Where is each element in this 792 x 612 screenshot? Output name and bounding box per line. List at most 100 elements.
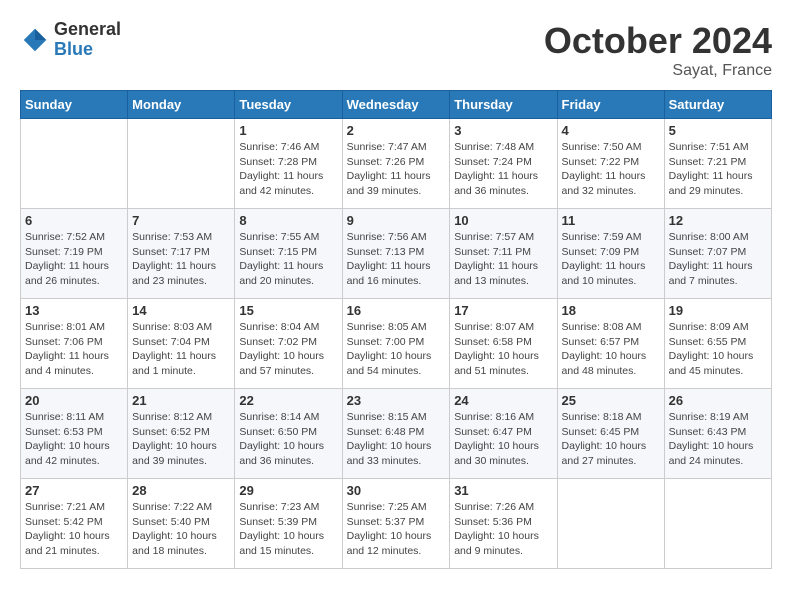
day-detail: Sunrise: 7:21 AMSunset: 5:42 PMDaylight:…: [25, 500, 123, 559]
calendar-cell: 15 Sunrise: 8:04 AMSunset: 7:02 PMDayligh…: [235, 299, 342, 389]
day-number: 31: [454, 483, 552, 498]
calendar-cell: 25 Sunrise: 8:18 AMSunset: 6:45 PMDayligh…: [557, 389, 664, 479]
location: Sayat, France: [544, 62, 772, 80]
day-number: 23: [347, 393, 446, 408]
day-detail: Sunrise: 7:22 AMSunset: 5:40 PMDaylight:…: [132, 500, 230, 559]
day-detail: Sunrise: 7:46 AMSunset: 7:28 PMDaylight:…: [239, 140, 337, 199]
title-area: October 2024 Sayat, France: [544, 20, 772, 80]
day-number: 12: [669, 213, 767, 228]
day-detail: Sunrise: 7:23 AMSunset: 5:39 PMDaylight:…: [239, 500, 337, 559]
day-number: 20: [25, 393, 123, 408]
calendar-cell: 1Sunrise: 7:46 AMSunset: 7:28 PMDaylight…: [235, 119, 342, 209]
calendar-cell: 7Sunrise: 7:53 AMSunset: 7:17 PMDaylight…: [128, 209, 235, 299]
calendar: SundayMondayTuesdayWednesdayThursdayFrid…: [20, 90, 772, 569]
day-detail: Sunrise: 7:56 AMSunset: 7:13 PMDaylight:…: [347, 230, 446, 289]
calendar-cell: 12 Sunrise: 8:00 AMSunset: 7:07 PMDayligh…: [664, 209, 771, 299]
day-detail: Sunrise: 7:26 AMSunset: 5:36 PMDaylight:…: [454, 500, 552, 559]
calendar-cell: [128, 119, 235, 209]
day-detail: Sunrise: 7:25 AMSunset: 5:37 PMDaylight:…: [347, 500, 446, 559]
day-detail: Sunrise: 8:15 AMSunset: 6:48 PMDaylight:…: [347, 410, 446, 469]
calendar-cell: 5Sunrise: 7:51 AMSunset: 7:21 PMDaylight…: [664, 119, 771, 209]
calendar-cell: 18 Sunrise: 8:08 AMSunset: 6:57 PMDayligh…: [557, 299, 664, 389]
day-detail: Sunrise: 8:07 AMSunset: 6:58 PMDaylight:…: [454, 320, 552, 379]
day-number: 25: [562, 393, 660, 408]
day-number: 21: [132, 393, 230, 408]
calendar-week-row: 13 Sunrise: 8:01 AMSunset: 7:06 PMDayligh…: [21, 299, 772, 389]
calendar-cell: 23 Sunrise: 8:15 AMSunset: 6:48 PMDayligh…: [342, 389, 450, 479]
day-number: 11: [562, 213, 660, 228]
day-number: 6: [25, 213, 123, 228]
day-detail: Sunrise: 7:48 AMSunset: 7:24 PMDaylight:…: [454, 140, 552, 199]
calendar-cell: 27 Sunrise: 7:21 AMSunset: 5:42 PMDayligh…: [21, 479, 128, 569]
day-number: 15: [239, 303, 337, 318]
calendar-cell: [664, 479, 771, 569]
day-number: 24: [454, 393, 552, 408]
weekday-header: Friday: [557, 91, 664, 119]
calendar-cell: 17 Sunrise: 8:07 AMSunset: 6:58 PMDayligh…: [450, 299, 557, 389]
calendar-cell: 24 Sunrise: 8:16 AMSunset: 6:47 PMDayligh…: [450, 389, 557, 479]
day-detail: Sunrise: 8:12 AMSunset: 6:52 PMDaylight:…: [132, 410, 230, 469]
day-detail: Sunrise: 8:01 AMSunset: 7:06 PMDaylight:…: [25, 320, 123, 379]
weekday-header: Thursday: [450, 91, 557, 119]
day-number: 26: [669, 393, 767, 408]
day-detail: Sunrise: 7:50 AMSunset: 7:22 PMDaylight:…: [562, 140, 660, 199]
calendar-cell: 8Sunrise: 7:55 AMSunset: 7:15 PMDaylight…: [235, 209, 342, 299]
day-number: 29: [239, 483, 337, 498]
calendar-cell: 9 Sunrise: 7:56 AMSunset: 7:13 PMDaylight…: [342, 209, 450, 299]
day-number: 14: [132, 303, 230, 318]
calendar-cell: [21, 119, 128, 209]
day-number: 4: [562, 123, 660, 138]
day-detail: Sunrise: 7:59 AMSunset: 7:09 PMDaylight:…: [562, 230, 660, 289]
calendar-cell: 2 Sunrise: 7:47 AMSunset: 7:26 PMDaylight…: [342, 119, 450, 209]
calendar-cell: 21 Sunrise: 8:12 AMSunset: 6:52 PMDayligh…: [128, 389, 235, 479]
calendar-cell: 26 Sunrise: 8:19 AMSunset: 6:43 PMDayligh…: [664, 389, 771, 479]
calendar-cell: 13 Sunrise: 8:01 AMSunset: 7:06 PMDayligh…: [21, 299, 128, 389]
day-number: 3: [454, 123, 552, 138]
day-number: 9: [347, 213, 446, 228]
day-detail: Sunrise: 8:03 AMSunset: 7:04 PMDaylight:…: [132, 320, 230, 379]
day-number: 28: [132, 483, 230, 498]
day-number: 8: [239, 213, 337, 228]
weekday-header: Saturday: [664, 91, 771, 119]
day-number: 16: [347, 303, 446, 318]
page-header: General Blue October 2024 Sayat, France: [20, 20, 772, 80]
day-number: 18: [562, 303, 660, 318]
calendar-cell: 20 Sunrise: 8:11 AMSunset: 6:53 PMDayligh…: [21, 389, 128, 479]
calendar-cell: 10Sunrise: 7:57 AMSunset: 7:11 PMDayligh…: [450, 209, 557, 299]
calendar-week-row: 27 Sunrise: 7:21 AMSunset: 5:42 PMDayligh…: [21, 479, 772, 569]
day-detail: Sunrise: 8:04 AMSunset: 7:02 PMDaylight:…: [239, 320, 337, 379]
day-detail: Sunrise: 8:16 AMSunset: 6:47 PMDaylight:…: [454, 410, 552, 469]
calendar-cell: [557, 479, 664, 569]
logo-general: General: [54, 20, 121, 40]
calendar-cell: 29 Sunrise: 7:23 AMSunset: 5:39 PMDayligh…: [235, 479, 342, 569]
weekday-header: Monday: [128, 91, 235, 119]
day-number: 13: [25, 303, 123, 318]
day-detail: Sunrise: 8:09 AMSunset: 6:55 PMDaylight:…: [669, 320, 767, 379]
day-number: 17: [454, 303, 552, 318]
calendar-cell: 30 Sunrise: 7:25 AMSunset: 5:37 PMDayligh…: [342, 479, 450, 569]
day-detail: Sunrise: 8:11 AMSunset: 6:53 PMDaylight:…: [25, 410, 123, 469]
day-number: 27: [25, 483, 123, 498]
day-detail: Sunrise: 8:08 AMSunset: 6:57 PMDaylight:…: [562, 320, 660, 379]
day-detail: Sunrise: 8:14 AMSunset: 6:50 PMDaylight:…: [239, 410, 337, 469]
day-number: 10: [454, 213, 552, 228]
calendar-week-row: 6 Sunrise: 7:52 AMSunset: 7:19 PMDaylight…: [21, 209, 772, 299]
day-detail: Sunrise: 8:18 AMSunset: 6:45 PMDaylight:…: [562, 410, 660, 469]
day-number: 5: [669, 123, 767, 138]
day-number: 30: [347, 483, 446, 498]
day-detail: Sunrise: 8:19 AMSunset: 6:43 PMDaylight:…: [669, 410, 767, 469]
weekday-header: Sunday: [21, 91, 128, 119]
day-detail: Sunrise: 7:47 AMSunset: 7:26 PMDaylight:…: [347, 140, 446, 199]
calendar-cell: 16Sunrise: 8:05 AMSunset: 7:00 PMDayligh…: [342, 299, 450, 389]
calendar-week-row: 1Sunrise: 7:46 AMSunset: 7:28 PMDaylight…: [21, 119, 772, 209]
day-detail: Sunrise: 7:52 AMSunset: 7:19 PMDaylight:…: [25, 230, 123, 289]
calendar-cell: 3 Sunrise: 7:48 AMSunset: 7:24 PMDaylight…: [450, 119, 557, 209]
day-detail: Sunrise: 8:00 AMSunset: 7:07 PMDaylight:…: [669, 230, 767, 289]
calendar-cell: 14 Sunrise: 8:03 AMSunset: 7:04 PMDayligh…: [128, 299, 235, 389]
day-number: 2: [347, 123, 446, 138]
weekday-header: Wednesday: [342, 91, 450, 119]
calendar-cell: 19Sunrise: 8:09 AMSunset: 6:55 PMDayligh…: [664, 299, 771, 389]
day-detail: Sunrise: 7:53 AMSunset: 7:17 PMDaylight:…: [132, 230, 230, 289]
logo-blue: Blue: [54, 40, 121, 60]
calendar-cell: 11 Sunrise: 7:59 AMSunset: 7:09 PMDayligh…: [557, 209, 664, 299]
